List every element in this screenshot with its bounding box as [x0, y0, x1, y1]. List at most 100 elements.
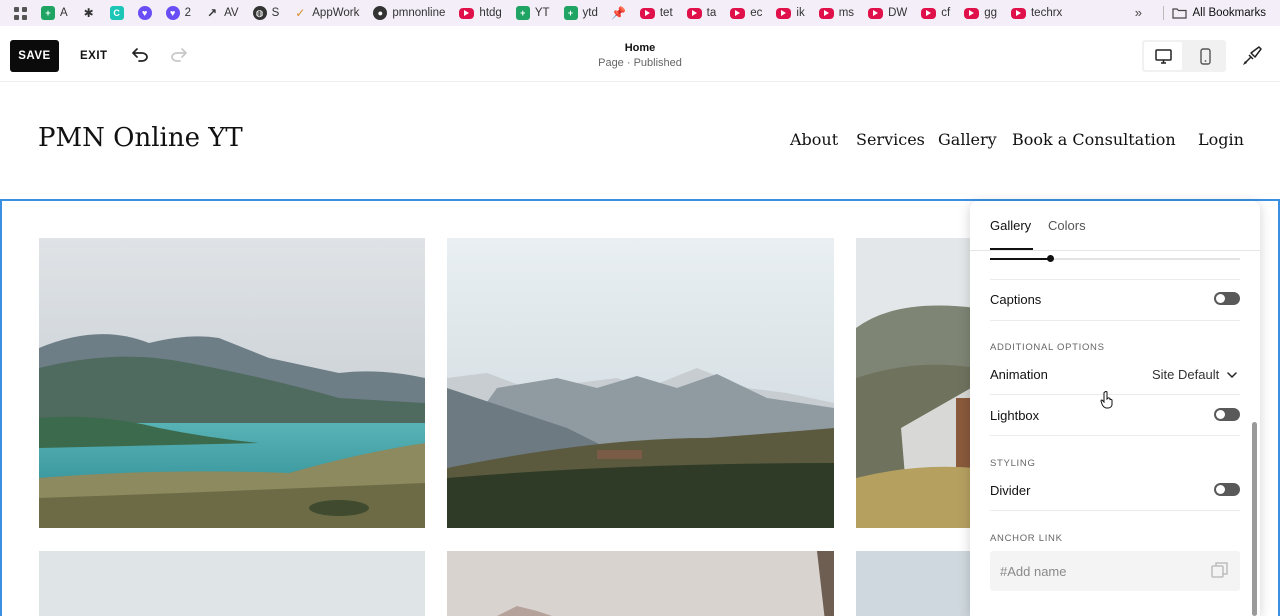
animation-label: Animation [990, 367, 1048, 382]
sheets-icon: + [41, 6, 55, 20]
desktop-icon [1154, 48, 1172, 64]
bookmark-label: tet [659, 7, 673, 19]
copy-icon[interactable] [1211, 562, 1228, 579]
bookmark-label: AV [224, 7, 239, 19]
bookmark-item[interactable]: gg [964, 7, 997, 19]
bookmark-label: ik [796, 7, 805, 19]
youtube-icon [730, 7, 746, 19]
tab-divider [970, 250, 1260, 251]
row-divider [990, 435, 1240, 436]
bookmark-label: ta [706, 7, 717, 19]
mobile-view-button[interactable] [1186, 42, 1224, 70]
undo-button[interactable] [129, 44, 151, 66]
bookmark-item[interactable]: cf [921, 7, 950, 19]
bookmark-item[interactable]: ♥ 2 [165, 6, 192, 20]
bookmark-item[interactable]: ● pmnonline [373, 6, 445, 20]
check-icon: ✓ [295, 6, 306, 20]
github-icon: ● [373, 6, 388, 20]
all-bookmarks-button[interactable]: All Bookmarks [1171, 0, 1266, 26]
bookmark-item[interactable]: + YT [515, 6, 550, 20]
bookmark-label: S [271, 7, 280, 19]
bookmark-label: cf [941, 7, 951, 19]
sheets-icon: + [515, 6, 530, 20]
gallery-image-hillside-house[interactable] [856, 238, 976, 528]
bookmark-label: AppWork [312, 7, 360, 19]
chevron-down-icon[interactable] [1226, 369, 1238, 381]
bookmark-label: ytd [582, 7, 598, 19]
tab-gallery[interactable]: Gallery [990, 218, 1031, 233]
nav-link-gallery[interactable]: Gallery [938, 130, 997, 149]
desktop-view-button[interactable] [1144, 42, 1182, 70]
captions-toggle[interactable] [1214, 292, 1240, 305]
youtube-icon [1010, 7, 1026, 19]
purple-heart-icon: ♥ [165, 6, 180, 20]
nav-link-book-consultation[interactable]: Book a Consultation [1012, 130, 1176, 149]
bookmark-item[interactable]: ec [730, 7, 762, 19]
bookmark-label: A [60, 7, 68, 19]
bookmark-item[interactable]: techrx [1010, 7, 1062, 19]
nav-link-about[interactable]: About [790, 130, 838, 149]
paintbrush-icon [1243, 46, 1262, 65]
device-toggle [1142, 40, 1226, 72]
apps-grid-icon[interactable] [14, 6, 27, 20]
nav-link-login[interactable]: Login [1198, 130, 1244, 149]
animation-select[interactable]: Site Default [1152, 367, 1219, 382]
bookmark-label: 2 [184, 7, 192, 19]
lightbox-toggle[interactable] [1214, 408, 1240, 421]
bookmark-item[interactable]: ik [776, 7, 805, 19]
bookmark-label: YT [534, 7, 550, 19]
bookmark-item[interactable]: tet [639, 7, 673, 19]
styling-heading: STYLING [990, 458, 1036, 469]
bookmark-item[interactable]: + A [41, 6, 68, 20]
site-title[interactable]: PMN Online YT [38, 123, 243, 153]
bookmark-item[interactable]: ms [818, 7, 854, 19]
gallery-image-row2-3[interactable] [856, 551, 976, 616]
nav-link-services[interactable]: Services [856, 130, 925, 149]
save-button[interactable]: SAVE [10, 40, 59, 72]
slider-handle[interactable] [1046, 255, 1054, 262]
bookmark-item[interactable]: ↗ AV [205, 6, 239, 20]
gallery-image-lake-mountains[interactable] [39, 238, 425, 528]
divider-toggle[interactable] [1214, 483, 1240, 496]
youtube-icon [639, 7, 655, 19]
purple-heart-icon: ♥ [137, 6, 152, 20]
gallery-settings-panel: Gallery Colors Captions ADDITIONAL OPTIO… [970, 201, 1260, 616]
redo-button[interactable] [168, 44, 190, 66]
youtube-icon [964, 7, 980, 19]
mobile-icon [1199, 47, 1211, 65]
teal-app-icon: C [109, 6, 124, 20]
bookmark-item[interactable]: 📌 [611, 6, 627, 20]
folder-icon [1171, 8, 1187, 19]
divider-label: Divider [990, 483, 1031, 498]
bookmark-item[interactable]: DW [868, 7, 907, 19]
pin-icon: 📌 [611, 6, 627, 20]
anchor-link-placeholder: #Add name [1000, 564, 1067, 579]
bookmark-item[interactable]: ta [686, 7, 717, 19]
bookmark-item[interactable]: ♥ [137, 6, 152, 20]
youtube-icon [868, 7, 884, 19]
bookmark-item[interactable]: ✓ AppWork [293, 6, 359, 20]
tab-colors[interactable]: Colors [1048, 218, 1086, 233]
bookmark-item[interactable]: ◍ S [252, 6, 280, 20]
row-divider [990, 510, 1240, 511]
page-title: Home [624, 42, 656, 54]
bookmark-item[interactable]: C [109, 6, 124, 20]
gallery-image-row2-1[interactable] [39, 551, 425, 616]
gallery-image-row2-2[interactable] [447, 551, 834, 616]
anchor-link-heading: ANCHOR LINK [990, 533, 1063, 544]
bookmark-item[interactable]: ✱ [82, 6, 96, 20]
gallery-image-snowy-mountains[interactable] [447, 238, 834, 528]
bookmarks-divider [1163, 6, 1164, 20]
row-divider [990, 394, 1240, 395]
more-bookmarks-chevron-icon[interactable]: » [1135, 5, 1142, 20]
site-styles-button[interactable] [1240, 44, 1264, 68]
redo-icon [171, 48, 187, 62]
editor-toolbar: SAVE EXIT Home Page · Published [0, 30, 1280, 82]
bookmark-item[interactable]: htdg [459, 7, 502, 19]
site-header: PMN Online YT About Services Gallery Boo… [0, 83, 1280, 199]
exit-button[interactable]: EXIT [74, 40, 114, 72]
panel-scrollbar[interactable] [1252, 422, 1257, 616]
bookmark-item[interactable]: + ytd [563, 6, 598, 20]
sheets-icon: + [563, 6, 578, 20]
bookmark-label: gg [984, 7, 997, 19]
